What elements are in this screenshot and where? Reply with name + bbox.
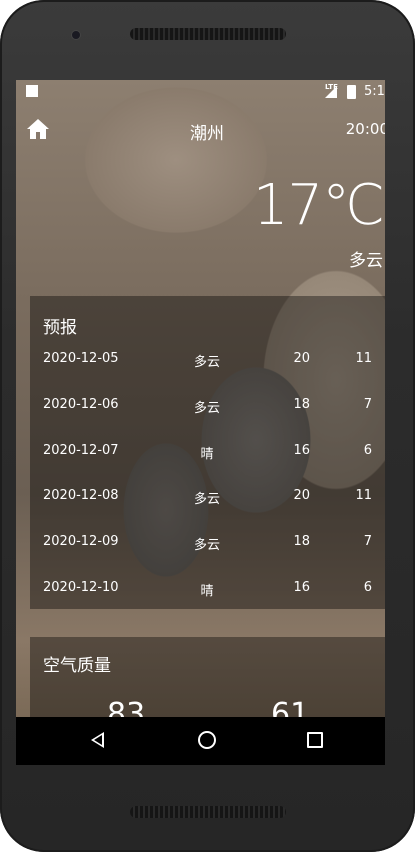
home-circle-icon[interactable] bbox=[198, 731, 216, 749]
forecast-min: 7 bbox=[363, 397, 372, 412]
forecast-row: 2020-12-09 多云 18 7 bbox=[30, 534, 385, 580]
battery-charging-icon bbox=[347, 85, 356, 99]
city-title: 潮州 bbox=[190, 124, 224, 144]
earpiece-speaker bbox=[130, 28, 286, 40]
forecast-title: 预报 bbox=[43, 318, 77, 338]
aqi-title: 空气质量 bbox=[43, 656, 111, 676]
status-bar: LTE 5:10 bbox=[16, 80, 385, 104]
signal-icon bbox=[325, 86, 337, 98]
status-time: 5:10 bbox=[364, 84, 385, 99]
back-icon[interactable] bbox=[91, 732, 104, 748]
forecast-date: 2020-12-08 bbox=[43, 488, 119, 503]
recents-icon[interactable] bbox=[307, 732, 323, 748]
forecast-row: 2020-12-06 多云 18 7 bbox=[30, 397, 385, 443]
forecast-date: 2020-12-06 bbox=[43, 397, 119, 412]
forecast-date: 2020-12-09 bbox=[43, 534, 119, 549]
forecast-min: 6 bbox=[363, 580, 372, 595]
forecast-info: 晴 bbox=[200, 447, 214, 462]
forecast-info: 多云 bbox=[193, 355, 220, 370]
forecast-row: 2020-12-10 晴 16 6 bbox=[30, 580, 385, 626]
forecast-row: 2020-12-05 多云 20 11 bbox=[30, 351, 385, 397]
forecast-row: 2020-12-08 多云 20 11 bbox=[30, 488, 385, 534]
navigation-bar bbox=[16, 717, 385, 765]
forecast-date: 2020-12-10 bbox=[43, 580, 119, 595]
forecast-max: 16 bbox=[293, 443, 310, 458]
phone-frame: LTE 5:10 潮州 20:00 17℃ 多云 预报 2020-12-05 多… bbox=[0, 0, 415, 852]
forecast-min: 11 bbox=[355, 488, 372, 503]
forecast-min: 6 bbox=[363, 443, 372, 458]
screen: LTE 5:10 潮州 20:00 17℃ 多云 预报 2020-12-05 多… bbox=[16, 80, 385, 765]
forecast-row: 2020-12-07 晴 16 6 bbox=[30, 443, 385, 489]
forecast-min: 7 bbox=[363, 534, 372, 549]
forecast-max: 18 bbox=[293, 534, 310, 549]
forecast-info: 多云 bbox=[193, 492, 220, 507]
forecast-info: 多云 bbox=[193, 401, 220, 416]
forecast-max: 18 bbox=[293, 397, 310, 412]
forecast-info: 晴 bbox=[200, 584, 214, 599]
front-camera bbox=[72, 31, 80, 39]
forecast-min: 11 bbox=[355, 351, 372, 366]
forecast-date: 2020-12-07 bbox=[43, 443, 119, 458]
bottom-speaker bbox=[130, 806, 286, 818]
update-time: 20:00 bbox=[345, 120, 385, 138]
forecast-max: 20 bbox=[293, 488, 310, 503]
forecast-date: 2020-12-05 bbox=[43, 351, 119, 366]
forecast-max: 20 bbox=[293, 351, 310, 366]
notification-square-icon bbox=[26, 85, 38, 97]
forecast-max: 16 bbox=[293, 580, 310, 595]
current-temperature: 17℃ bbox=[252, 173, 385, 238]
current-weather-info: 多云 bbox=[349, 251, 383, 271]
forecast-info: 多云 bbox=[193, 538, 220, 553]
forecast-card: 预报 2020-12-05 多云 20 11 2020-12-06 多云 18 … bbox=[30, 296, 385, 609]
